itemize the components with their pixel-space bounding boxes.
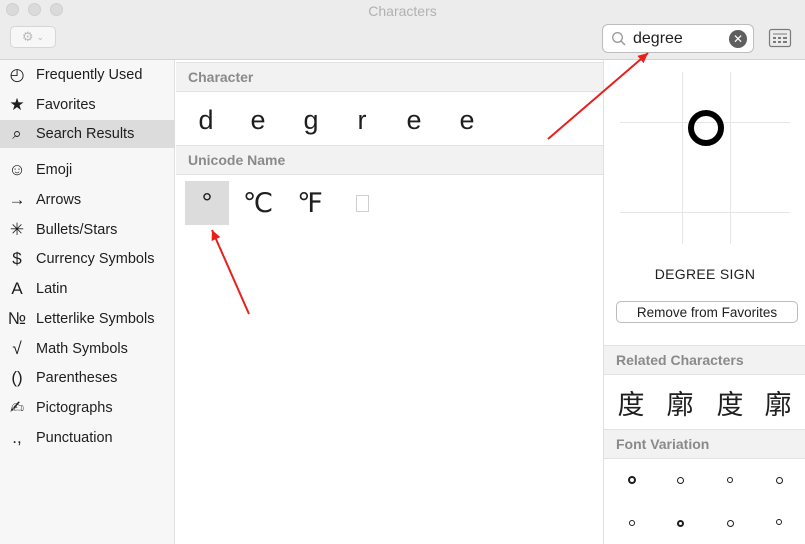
related-character[interactable]: 廓: [658, 382, 702, 422]
font-variation-glyph[interactable]: [769, 470, 789, 490]
sidebar-item-emoji[interactable]: ☺ Emoji: [0, 156, 175, 184]
result-character-cell[interactable]: ℉: [288, 181, 332, 225]
glyph-preview: [620, 72, 790, 244]
unicode-name-section-header: Unicode Name: [176, 145, 603, 175]
font-variation-glyph[interactable]: [622, 513, 642, 533]
sidebar-item-label: Letterlike Symbols: [36, 311, 155, 327]
sidebar-item-label: Punctuation: [36, 430, 113, 446]
result-character-cell[interactable]: ℃: [236, 181, 280, 225]
sidebar-item-label: Math Symbols: [36, 341, 128, 357]
sidebar-item-search-results[interactable]: ⌕ Search Results: [0, 120, 175, 148]
clear-search-button[interactable]: ✕: [729, 30, 747, 48]
sidebar-item-label: Search Results: [36, 126, 135, 142]
degree-variant-icon: [776, 519, 782, 525]
sidebar-item-letterlike-symbols[interactable]: № Letterlike Symbols: [0, 305, 175, 333]
sidebar-item-favorites[interactable]: ★ Favorites: [0, 91, 175, 119]
character-results-panel: Character degree Unicode Name ° ℃ ℉: [176, 60, 603, 544]
latin-a-icon: A: [11, 279, 23, 298]
sqrt-icon: √: [12, 339, 22, 358]
sidebar-item-parentheses[interactable]: () Parentheses: [0, 364, 175, 392]
sidebar-item-currency-symbols[interactable]: $ Currency Symbols: [0, 245, 175, 273]
numero-icon: №: [7, 309, 27, 328]
sidebar-item-pictographs[interactable]: ✍ Pictographs: [0, 394, 175, 422]
category-sidebar: ◴ Frequently Used ★ Favorites ⌕ Search Result…: [0, 60, 175, 544]
degree-variant-icon: [676, 476, 684, 484]
character-detail-panel: DEGREE SIGN Remove from Favorites Relate…: [603, 60, 805, 544]
remove-from-favorites-button[interactable]: Remove from Favorites: [616, 301, 798, 323]
search-icon: [612, 32, 626, 46]
font-variation-header: Font Variation: [604, 429, 805, 459]
degree-variant-icon: [629, 520, 635, 526]
sidebar-item-label: Latin: [36, 281, 68, 297]
sidebar-item-frequently-used[interactable]: ◴ Frequently Used: [0, 61, 175, 89]
sidebar-item-label: Pictographs: [36, 400, 113, 416]
parentheses-icon: (): [11, 368, 23, 387]
sidebar-item-latin[interactable]: A Latin: [0, 275, 175, 303]
window-title: Characters: [368, 3, 437, 19]
character-cell[interactable]: e: [392, 98, 436, 142]
chevron-down-icon: ⌄: [36, 31, 45, 42]
punctuation-icon: .,: [12, 428, 22, 447]
degree-variant-icon: [726, 519, 734, 527]
missing-glyph-cell[interactable]: [340, 181, 384, 225]
sidebar-item-label: Frequently Used: [36, 67, 143, 83]
search-input[interactable]: [633, 29, 723, 49]
clock-icon: ◴: [9, 65, 25, 84]
character-cell[interactable]: e: [445, 98, 489, 142]
sidebar-item-bullets-stars[interactable]: ✳ Bullets/Stars: [0, 216, 175, 244]
font-variation-glyph[interactable]: [720, 513, 740, 533]
degree-variant-icon: [628, 476, 636, 484]
sidebar-item-label: Bullets/Stars: [36, 222, 118, 238]
character-section-header: Character: [176, 62, 603, 92]
character-name: DEGREE SIGN: [654, 266, 756, 282]
sidebar-item-label: Parentheses: [36, 370, 118, 386]
character-grid-toggle-icon[interactable]: [768, 28, 792, 48]
font-variation-glyph[interactable]: [720, 470, 740, 490]
sidebar-item-arrows[interactable]: → Arrows: [0, 186, 175, 214]
degree-variant-icon: [775, 476, 783, 484]
smiley-icon: ☺: [8, 160, 26, 179]
character-cell[interactable]: r: [340, 98, 384, 142]
sidebar-item-math-symbols[interactable]: √ Math Symbols: [0, 335, 175, 363]
font-variation-glyph[interactable]: [769, 512, 789, 532]
search-field[interactable]: ✕: [602, 24, 754, 53]
dollar-icon: $: [12, 249, 22, 268]
arrow-icon: →: [8, 190, 26, 209]
action-menu-button[interactable]: ⚙ ⌄: [10, 26, 56, 48]
writing-hand-icon: ✍: [9, 398, 25, 417]
sidebar-item-label: Emoji: [36, 162, 73, 178]
font-variation-glyph[interactable]: [670, 470, 690, 490]
star-icon: ★: [9, 95, 25, 114]
character-cell[interactable]: g: [289, 98, 333, 142]
related-character[interactable]: 度: [708, 382, 752, 422]
sidebar-item-label: Arrows: [36, 192, 82, 208]
sidebar-item-label: Favorites: [36, 97, 96, 113]
toolbar: Characters ⚙ ⌄ ✕: [0, 0, 805, 60]
character-cell[interactable]: d: [184, 98, 228, 142]
sidebar-item-punctuation[interactable]: ., Punctuation: [0, 424, 175, 452]
gear-icon: ⚙: [21, 29, 34, 44]
font-variation-glyph[interactable]: [670, 513, 690, 533]
search-icon: ⌕: [12, 124, 22, 143]
related-characters-header: Related Characters: [604, 345, 805, 375]
sidebar-item-label: Currency Symbols: [36, 251, 155, 267]
related-character[interactable]: 度: [609, 382, 653, 422]
character-cell[interactable]: e: [236, 98, 280, 142]
missing-glyph-box: [355, 194, 369, 212]
degree-variant-icon: [676, 519, 684, 527]
degree-variant-icon: [727, 477, 733, 483]
degree-sign-cell[interactable]: °: [185, 181, 229, 225]
asterisk-icon: ✳: [9, 220, 25, 239]
font-variation-glyph[interactable]: [622, 470, 642, 490]
degree-glyph-preview: [688, 110, 724, 146]
related-character[interactable]: 廓: [756, 382, 800, 422]
